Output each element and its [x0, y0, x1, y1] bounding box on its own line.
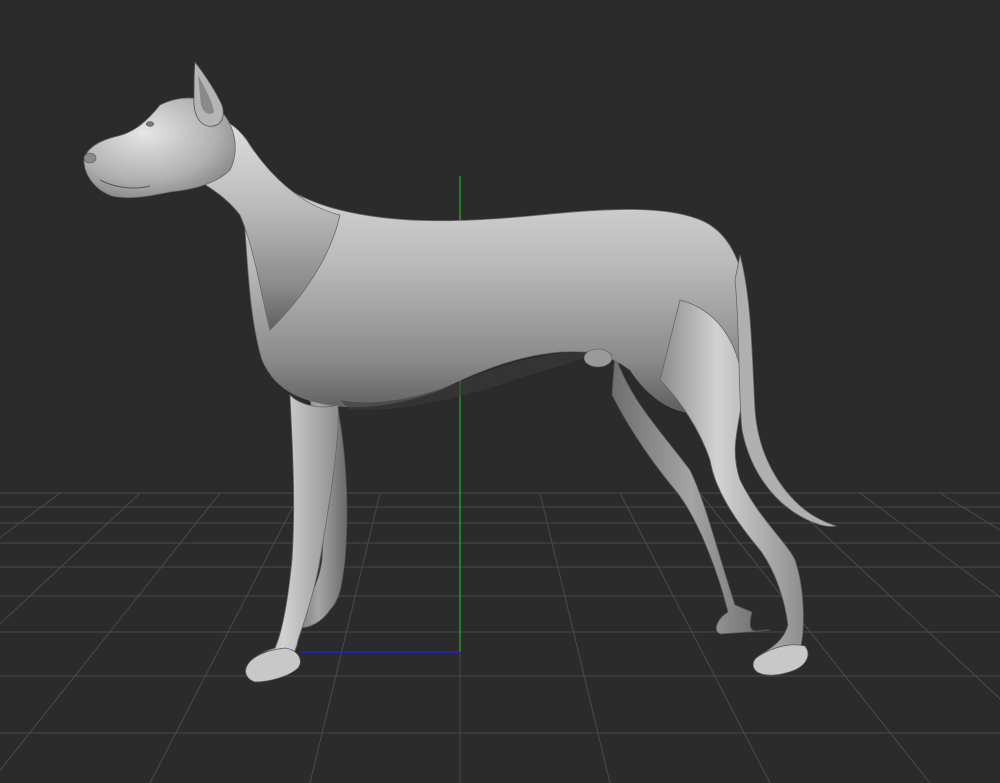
dog-nose [83, 152, 97, 164]
dog-ear [193, 60, 224, 127]
near-hind-paw [752, 644, 809, 676]
dog-tail [734, 254, 838, 527]
viewport-canvas[interactable] [0, 0, 1000, 783]
3d-viewport[interactable] [0, 0, 1000, 783]
dog-eye [145, 121, 155, 127]
ground-grid [0, 492, 1000, 783]
near-front-paw [245, 647, 301, 683]
dog-genital [583, 348, 613, 368]
